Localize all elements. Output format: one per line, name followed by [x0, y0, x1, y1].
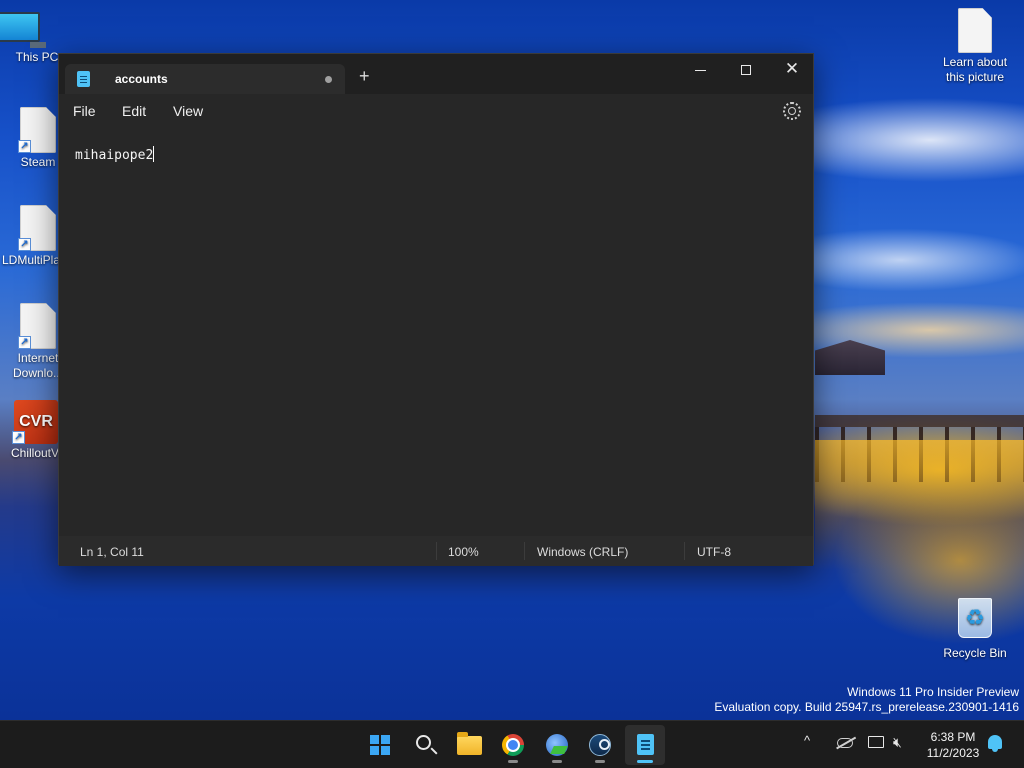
clock-date: 11/2/2023	[926, 746, 980, 760]
text-editor-area[interactable]: mihaipope2	[59, 130, 813, 536]
clock[interactable]: 6:38 PM 11/2/2023	[918, 729, 988, 761]
running-indicator	[508, 760, 518, 763]
notepad-window[interactable]: accounts + ✕ File Edit View mihaipope2 L…	[58, 53, 814, 566]
status-separator	[684, 542, 685, 560]
minimize-button[interactable]	[677, 54, 723, 84]
search-icon	[416, 735, 431, 750]
tab-title: accounts	[115, 72, 168, 86]
taskbar-steam[interactable]	[580, 725, 620, 765]
running-indicator	[552, 760, 562, 763]
search-button[interactable]	[405, 725, 445, 765]
volume-muted-icon[interactable]: 🔇︎	[893, 734, 902, 750]
editor-content[interactable]: mihaipope2	[75, 146, 155, 163]
file-shortcut-icon: ↗	[18, 303, 56, 349]
wallpaper-pier	[815, 415, 1024, 427]
chilloutvr-icon: CVR ↗	[12, 400, 58, 444]
network-icon[interactable]	[868, 736, 884, 748]
maximize-button[interactable]	[723, 54, 769, 84]
onedrive-offline-icon[interactable]	[837, 738, 853, 748]
file-shortcut-icon: ↗	[18, 107, 56, 153]
close-icon: ✕	[784, 59, 800, 78]
tab-accounts[interactable]: accounts	[65, 64, 345, 94]
unsaved-indicator-icon[interactable]	[325, 76, 332, 83]
status-separator	[436, 542, 437, 560]
monitor-icon	[0, 12, 78, 48]
status-zoom[interactable]: 100%	[448, 545, 479, 559]
status-bar: Ln 1, Col 11 100% Windows (CRLF) UTF-8	[59, 536, 813, 566]
chrome-icon	[502, 734, 524, 756]
windows-logo-icon	[370, 735, 390, 755]
menu-file[interactable]: File	[73, 103, 96, 119]
file-icon	[958, 8, 992, 53]
folder-icon	[457, 732, 482, 755]
minimize-icon	[694, 69, 706, 71]
show-hidden-icons-chevron-up-icon[interactable]: ^	[804, 733, 810, 749]
shortcut-arrow-icon: ↗	[18, 140, 31, 153]
taskbar-file-explorer[interactable]	[449, 725, 489, 765]
status-encoding[interactable]: UTF-8	[697, 545, 731, 559]
running-indicator	[595, 760, 605, 763]
menu-bar: File Edit View	[59, 94, 813, 130]
steam-icon	[589, 734, 611, 756]
clock-time: 6:38 PM	[930, 730, 976, 744]
desktop-icon-label: Recycle Bin	[943, 646, 1007, 660]
menu-view[interactable]: View	[173, 103, 203, 119]
taskbar: ^ 🔇︎ 6:38 PM 11/2/2023	[0, 720, 1024, 768]
menu-edit[interactable]: Edit	[122, 103, 146, 119]
file-shortcut-icon: ↗	[18, 205, 56, 251]
watermark-line-2: Evaluation copy. Build 25947.rs_prerelea…	[714, 700, 1019, 714]
notepad-icon	[637, 734, 654, 755]
status-line-ending[interactable]: Windows (CRLF)	[537, 545, 628, 559]
status-separator	[524, 542, 525, 560]
desktop-icon-learn-about-picture[interactable]: Learn about this picture	[935, 8, 1015, 85]
shortcut-arrow-icon: ↗	[18, 336, 31, 349]
wallpaper-water-glow	[815, 440, 1024, 570]
close-button[interactable]: ✕	[769, 54, 815, 84]
recycle-bin-icon: ♻	[958, 598, 992, 638]
active-indicator	[637, 760, 653, 763]
notepad-icon	[77, 71, 90, 87]
maximize-icon	[741, 65, 751, 76]
title-bar[interactable]: accounts + ✕	[59, 54, 813, 94]
start-button[interactable]	[360, 725, 400, 765]
settings-gear-icon[interactable]	[783, 102, 801, 120]
text-caret	[153, 146, 155, 162]
status-cursor-position: Ln 1, Col 11	[80, 545, 144, 559]
taskbar-chrome[interactable]	[493, 725, 533, 765]
taskbar-internet-download-manager[interactable]	[537, 725, 577, 765]
desktop-icon-recycle-bin[interactable]: ♻ Recycle Bin	[935, 598, 1015, 660]
download-manager-icon	[546, 734, 568, 756]
desktop-icon-label: Learn about this picture	[942, 55, 1008, 84]
watermark-line-1: Windows 11 Pro Insider Preview	[847, 685, 1019, 699]
shortcut-arrow-icon: ↗	[18, 238, 31, 251]
evaluation-watermark: Windows 11 Pro Insider Preview Evaluatio…	[714, 685, 1019, 715]
shortcut-arrow-icon: ↗	[12, 431, 25, 444]
taskbar-notepad[interactable]	[625, 725, 665, 765]
wallpaper-pier-hut	[815, 340, 885, 375]
new-tab-button[interactable]: +	[359, 67, 370, 85]
notification-bell-icon[interactable]	[988, 735, 1002, 752]
editor-text: mihaipope2	[75, 148, 154, 163]
